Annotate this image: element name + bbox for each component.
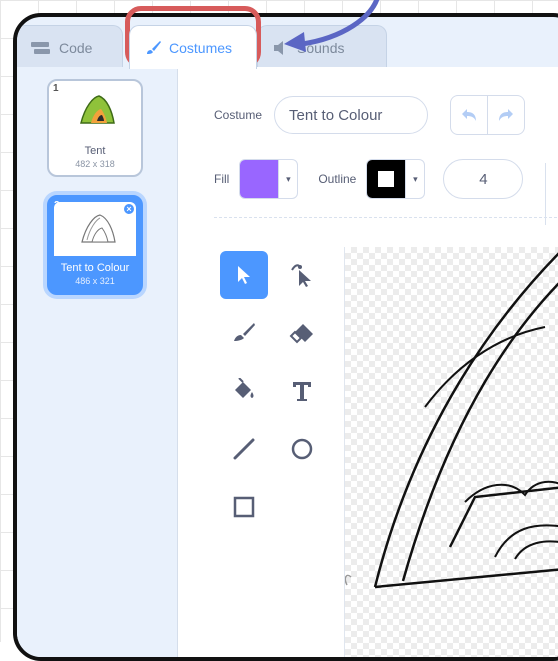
fill-outline-row: Fill ▾ Outline ▾ 4 <box>214 159 524 199</box>
fill-label: Fill <box>214 172 230 186</box>
code-blocks-icon <box>30 41 52 55</box>
tent-outline-thumbnail-icon <box>81 214 116 243</box>
outline-color-picker[interactable]: ▾ <box>366 159 426 199</box>
tent-thumbnail-icon <box>80 95 115 124</box>
rectangle-icon <box>233 496 255 518</box>
costume-item-tent[interactable]: 1 Tent 482 x 318 <box>47 79 143 177</box>
text-icon <box>293 382 311 401</box>
text-tool[interactable] <box>278 367 326 415</box>
drawing-canvas[interactable] <box>344 247 558 657</box>
costume-name-input[interactable]: Tent to Colour <box>274 96 429 134</box>
toolbar-separator <box>214 217 558 218</box>
eraser-tool[interactable] <box>278 309 326 357</box>
tent-drawing <box>345 252 558 589</box>
brush-icon <box>234 323 255 341</box>
brush-tool[interactable] <box>220 309 268 357</box>
costume-size: 482 x 318 <box>75 159 115 169</box>
chevron-down-icon: ▾ <box>278 160 297 198</box>
undo-button[interactable] <box>450 95 489 135</box>
select-tool[interactable] <box>220 251 268 299</box>
select-icon <box>238 266 250 284</box>
editor-window: Code Costumes Sounds 1 Tent 482 x 318 2 … <box>13 13 558 661</box>
undo-icon <box>462 109 477 121</box>
costume-list: 1 Tent 482 x 318 2 × Tent to Colour 486 … <box>17 67 177 657</box>
reshape-icon <box>291 264 311 287</box>
fill-swatch <box>240 160 279 198</box>
circle-tool[interactable] <box>278 425 326 473</box>
delete-costume-icon[interactable]: × <box>122 202 136 216</box>
costume-size: 486 x 321 <box>75 276 115 286</box>
rectangle-tool[interactable] <box>220 483 268 531</box>
line-tool[interactable] <box>220 425 268 473</box>
costume-name-row: Costume Tent to Colour <box>214 95 526 135</box>
reshape-tool[interactable] <box>278 251 326 299</box>
outline-swatch <box>367 160 406 198</box>
costume-item-tent-to-colour[interactable]: 2 × Tent to Colour 486 x 321 <box>47 195 143 295</box>
paint-editor: Costume Tent to Colour Fill ▾ Outline ▾ <box>177 67 558 657</box>
paintbrush-icon <box>144 39 162 57</box>
chevron-down-icon: ▾ <box>405 160 424 198</box>
costume-number: 1 <box>53 83 59 94</box>
tab-costumes-label: Costumes <box>169 39 233 56</box>
outline-width-input[interactable]: 4 <box>443 159 524 199</box>
pointer-arrow-icon <box>284 0 380 52</box>
fill-color-picker[interactable]: ▾ <box>239 159 299 199</box>
undo-redo-group <box>450 95 526 135</box>
costume-number: 2 <box>54 200 60 211</box>
costume-label: Costume <box>214 108 263 122</box>
redo-icon <box>499 109 514 121</box>
fill-icon <box>235 378 254 398</box>
circle-icon <box>291 438 313 460</box>
redo-button[interactable] <box>488 95 526 135</box>
tab-code[interactable]: Code <box>17 25 123 69</box>
fill-tool[interactable] <box>220 367 268 415</box>
line-icon <box>233 438 255 460</box>
outline-label: Outline <box>318 172 357 186</box>
tab-costumes[interactable]: Costumes <box>129 25 257 69</box>
costume-name: Tent <box>84 145 106 157</box>
costume-name: Tent to Colour <box>60 262 130 274</box>
toolbar-divider <box>545 163 546 225</box>
tab-code-label: Code <box>59 39 93 56</box>
eraser-icon <box>289 324 313 344</box>
